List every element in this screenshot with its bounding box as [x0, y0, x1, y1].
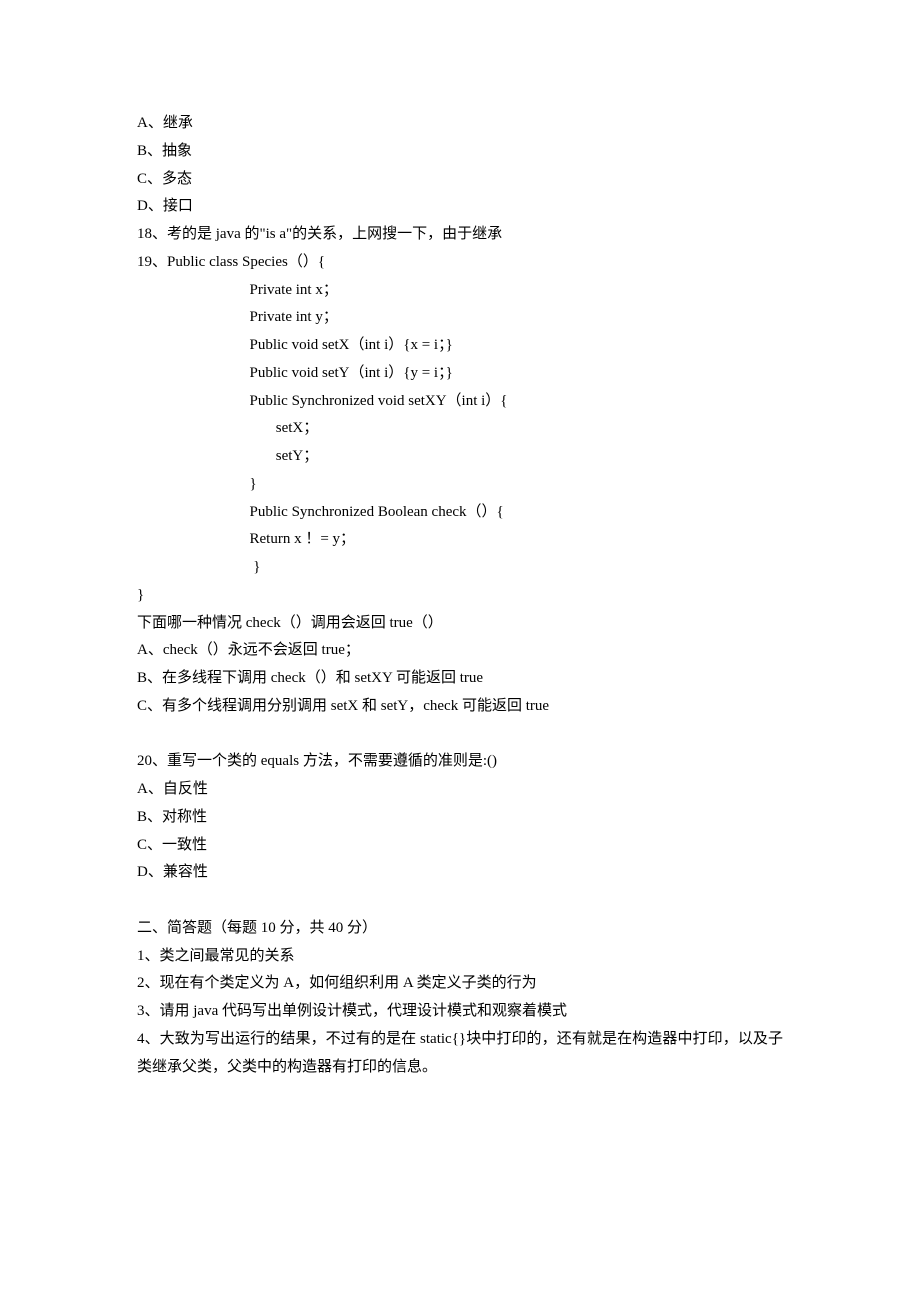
- short-answer-2: 2、现在有个类定义为 A，如何组织利用 A 类定义子类的行为: [137, 970, 783, 998]
- code-line: Public void setX（int i）{x = i；}: [137, 332, 783, 360]
- code-line: Return x ！= y；: [137, 526, 783, 554]
- short-answer-4: 4、大致为写出运行的结果，不过有的是在 static{}块中打印的，还有就是在构…: [137, 1026, 783, 1082]
- code-line: }: [137, 471, 783, 499]
- code-line: Public Synchronized void setXY（int i）{: [137, 388, 783, 416]
- blank-line: [137, 721, 783, 749]
- option-d: D、兼容性: [137, 859, 783, 887]
- code-line: Public Synchronized Boolean check（）{: [137, 499, 783, 527]
- option-a: A、继承: [137, 110, 783, 138]
- code-line: }: [137, 582, 783, 610]
- short-answer-1: 1、类之间最常见的关系: [137, 943, 783, 971]
- option-c: C、多态: [137, 166, 783, 194]
- section-2-header: 二、简答题（每题 10 分，共 40 分）: [137, 915, 783, 943]
- question-19-header: 19、Public class Species（）{: [137, 249, 783, 277]
- question-18: 18、考的是 java 的"is a"的关系，上网搜一下，由于继承: [137, 221, 783, 249]
- option-a: A、自反性: [137, 776, 783, 804]
- code-line: Private int y；: [137, 304, 783, 332]
- option-c: C、一致性: [137, 832, 783, 860]
- code-line: setY；: [137, 443, 783, 471]
- code-line: setX；: [137, 415, 783, 443]
- question-19-prompt: 下面哪一种情况 check（）调用会返回 true（）: [137, 610, 783, 638]
- question-20: 20、重写一个类的 equals 方法，不需要遵循的准则是:(): [137, 748, 783, 776]
- option-b: B、抽象: [137, 138, 783, 166]
- option-b: B、在多线程下调用 check（）和 setXY 可能返回 true: [137, 665, 783, 693]
- code-line: Public void setY（int i）{y = i；}: [137, 360, 783, 388]
- code-line: }: [137, 554, 783, 582]
- short-answer-3: 3、请用 java 代码写出单例设计模式，代理设计模式和观察着模式: [137, 998, 783, 1026]
- option-d: D、接口: [137, 193, 783, 221]
- option-c: C、有多个线程调用分别调用 setX 和 setY，check 可能返回 tru…: [137, 693, 783, 721]
- option-a: A、check（）永远不会返回 true；: [137, 637, 783, 665]
- code-line: Private int x；: [137, 277, 783, 305]
- blank-line: [137, 887, 783, 915]
- option-b: B、对称性: [137, 804, 783, 832]
